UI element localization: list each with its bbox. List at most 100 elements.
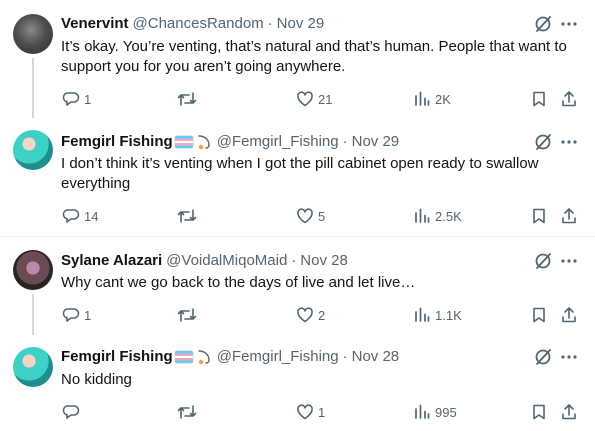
tweet[interactable]: Femgirl Fishing @Femgirl_Fishing · Nov 2…: [0, 335, 595, 431]
like-button[interactable]: 5: [296, 206, 325, 226]
retweet-icon: [177, 405, 197, 419]
display-name[interactable]: Femgirl Fishing: [61, 347, 173, 367]
separator: ·: [291, 252, 297, 269]
user-handle[interactable]: @Femgirl_Fishing: [217, 132, 339, 152]
bookmark-icon: [533, 208, 545, 224]
reply-icon: [62, 92, 80, 106]
reply-button[interactable]: [62, 402, 84, 422]
trans-flag-icon: [174, 351, 193, 363]
reply-button[interactable]: 14: [62, 206, 98, 226]
avatar[interactable]: [13, 14, 53, 54]
like-icon: [297, 404, 313, 420]
retweet-button[interactable]: [177, 206, 201, 226]
tweet[interactable]: Sylane Alazari @VoidalMiqoMaid · Nov 28 …: [0, 237, 595, 335]
thread-line: [32, 58, 34, 118]
tweet-text: It’s okay. You’re venting, that’s natura…: [61, 38, 567, 75]
more-icon[interactable]: [559, 347, 579, 367]
grok-icon[interactable]: [533, 347, 553, 367]
like-count: 2: [318, 307, 326, 323]
like-icon: [297, 307, 313, 323]
views-icon: [415, 91, 430, 106]
retweet-icon: [177, 308, 197, 322]
reply-count: 1: [84, 91, 92, 107]
reply-icon: [62, 405, 80, 419]
timestamp[interactable]: Nov 29: [352, 132, 400, 152]
grok-icon[interactable]: [533, 132, 553, 152]
display-name[interactable]: Sylane Alazari: [61, 251, 162, 271]
reply-icon: [62, 209, 80, 223]
like-button[interactable]: 21: [296, 89, 332, 109]
reply-button[interactable]: 1: [62, 305, 91, 325]
like-count: 5: [318, 208, 326, 224]
separator: ·: [342, 133, 348, 150]
share-button[interactable]: [560, 402, 578, 422]
more-icon[interactable]: [559, 14, 579, 34]
bookmark-button[interactable]: [530, 402, 548, 422]
tweet[interactable]: Femgirl Fishing @Femgirl_Fishing · Nov 2…: [0, 118, 595, 236]
views-count: 995: [435, 404, 457, 420]
tweet-header: Femgirl Fishing @Femgirl_Fishing · Nov 2…: [61, 132, 399, 152]
bookmark-button[interactable]: [530, 89, 548, 109]
display-name[interactable]: Venervint: [61, 14, 129, 34]
action-bar: 14 5 2.5K: [0, 206, 595, 226]
share-button[interactable]: [560, 206, 578, 226]
like-count: 21: [318, 91, 333, 107]
like-icon: [297, 91, 313, 107]
views-count: 2K: [435, 91, 451, 107]
tweet-text: Why cant we go back to the days of live …: [61, 274, 416, 291]
like-icon: [297, 208, 313, 224]
separator: ·: [267, 15, 273, 32]
reply-icon: [62, 308, 80, 322]
avatar[interactable]: [13, 130, 53, 170]
avatar[interactable]: [13, 347, 53, 387]
timestamp[interactable]: Nov 28: [300, 251, 348, 271]
tweet[interactable]: Venervint @ChancesRandom · Nov 29 It’s o…: [0, 0, 595, 118]
user-handle[interactable]: @VoidalMiqoMaid: [166, 251, 287, 271]
fishing-icon: [195, 348, 213, 366]
more-icon[interactable]: [559, 251, 579, 271]
timestamp[interactable]: Nov 29: [277, 14, 325, 34]
retweet-button[interactable]: [177, 89, 201, 109]
like-button[interactable]: 2: [296, 305, 325, 325]
views-button[interactable]: 2K: [413, 89, 451, 109]
action-bar: 1 2 1.1K: [0, 305, 595, 325]
share-icon: [562, 91, 576, 107]
separator: ·: [342, 348, 348, 365]
bookmark-button[interactable]: [530, 305, 548, 325]
share-button[interactable]: [560, 89, 578, 109]
share-icon: [562, 208, 576, 224]
bookmark-button[interactable]: [530, 206, 548, 226]
tweet-header: Sylane Alazari @VoidalMiqoMaid · Nov 28: [61, 251, 348, 271]
fishing-icon: [195, 133, 213, 151]
user-handle[interactable]: @Femgirl_Fishing: [217, 347, 339, 367]
trans-flag-icon: [174, 136, 193, 148]
timestamp[interactable]: Nov 28: [352, 347, 400, 367]
reply-count: 14: [84, 208, 99, 224]
bookmark-icon: [533, 91, 545, 107]
retweet-icon: [177, 209, 197, 223]
more-icon[interactable]: [559, 132, 579, 152]
views-icon: [415, 404, 430, 419]
like-count: 1: [318, 404, 326, 420]
share-icon: [562, 307, 576, 323]
tweet-header: Femgirl Fishing @Femgirl_Fishing · Nov 2…: [61, 347, 399, 367]
avatar[interactable]: [13, 250, 53, 290]
retweet-button[interactable]: [177, 402, 201, 422]
share-button[interactable]: [560, 305, 578, 325]
share-icon: [562, 404, 576, 420]
views-button[interactable]: 1.1K: [413, 305, 462, 325]
user-handle[interactable]: @ChancesRandom: [133, 14, 264, 34]
grok-icon[interactable]: [533, 14, 553, 34]
action-bar: 1 995: [0, 402, 595, 422]
tweet-text: No kidding: [61, 371, 132, 388]
views-button[interactable]: 2.5K: [413, 206, 462, 226]
reply-button[interactable]: 1: [62, 89, 91, 109]
retweet-button[interactable]: [177, 305, 201, 325]
tweet-header: Venervint @ChancesRandom · Nov 29: [61, 14, 324, 34]
like-button[interactable]: 1: [296, 402, 325, 422]
views-button[interactable]: 995: [413, 402, 457, 422]
display-name[interactable]: Femgirl Fishing: [61, 132, 173, 152]
views-count: 1.1K: [435, 307, 462, 323]
grok-icon[interactable]: [533, 251, 553, 271]
views-icon: [415, 307, 430, 322]
